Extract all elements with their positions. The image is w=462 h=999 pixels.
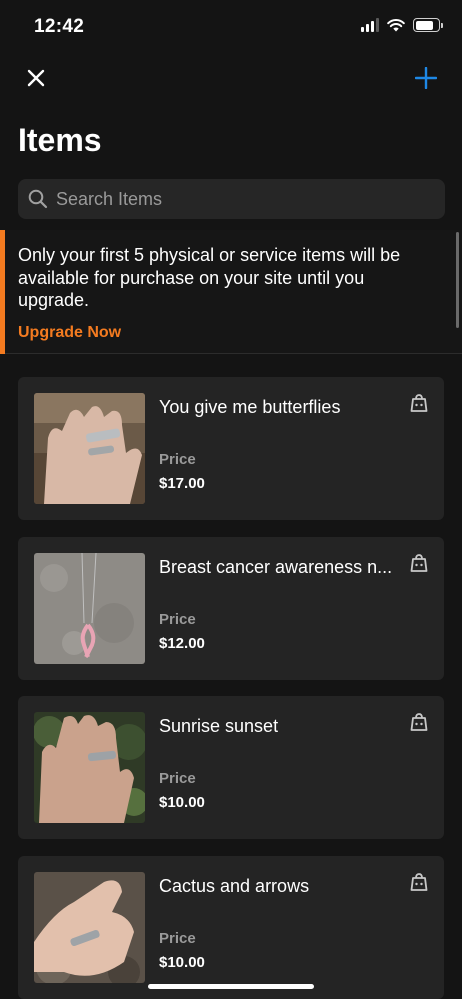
shop-icon [410,713,428,731]
price-label: Price [159,451,196,468]
item-name: Cactus and arrows [159,876,310,896]
item-card[interactable]: Cactus and arrows Price $10.00 [18,856,444,999]
close-icon [27,69,45,87]
item-thumbnail [34,553,145,664]
shop-icon [410,873,428,891]
price-value: $10.00 [159,794,205,811]
cellular-signal-icon [361,18,379,32]
plus-icon [415,67,437,89]
item-card[interactable]: Breast cancer awareness n... Price $12.0… [18,537,444,680]
banner-message: Only your first 5 physical or service it… [18,245,401,310]
upgrade-now-link[interactable]: Upgrade Now [18,324,121,342]
shop-icon [410,394,428,412]
banner-accent-bar [0,230,5,354]
item-card[interactable]: You give me butterflies Price $17.00 [18,377,444,520]
nav-bar [0,60,462,96]
home-indicator[interactable] [148,984,314,989]
search-input[interactable] [56,188,436,210]
status-bar: 12:42 [0,0,462,54]
item-thumbnail [34,872,145,983]
scrollbar[interactable] [456,232,459,328]
status-time: 12:42 [34,16,85,37]
search-icon [28,189,48,209]
shop-icon [410,554,428,572]
wifi-icon [387,19,405,32]
status-icons [361,18,443,32]
item-thumbnail [34,393,145,504]
close-button[interactable] [22,64,50,92]
search-bar[interactable] [18,179,445,219]
item-thumbnail [34,712,145,823]
item-name: Sunrise sunset [159,716,279,736]
page-title: Items [18,122,102,158]
battery-icon [413,18,443,32]
upgrade-banner: Only your first 5 physical or service it… [0,230,462,354]
price-label: Price [159,930,196,947]
price-value: $12.00 [159,635,205,652]
price-label: Price [159,611,196,628]
add-item-button[interactable] [410,62,442,94]
item-name: Breast cancer awareness n... [159,557,393,577]
price-label: Price [159,770,196,787]
price-value: $10.00 [159,954,205,971]
item-name: You give me butterflies [159,397,341,417]
item-card[interactable]: Sunrise sunset Price $10.00 [18,696,444,839]
price-value: $17.00 [159,475,205,492]
